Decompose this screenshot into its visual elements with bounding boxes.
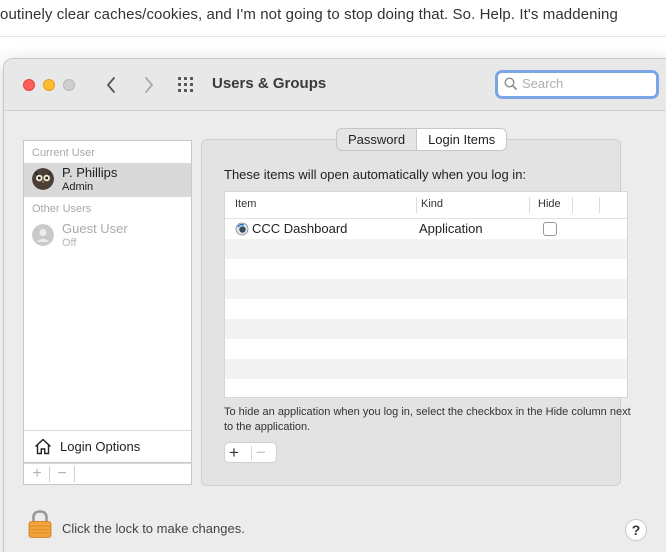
login-items-table: Item Kind Hide CCC Dashboard Application <box>224 191 628 398</box>
hide-hint-text: To hide an application when you log in, … <box>224 406 631 433</box>
table-row[interactable]: CCC Dashboard Application <box>225 219 627 239</box>
current-user-heading: Current User <box>32 147 95 159</box>
login-items-intro: These items will open automatically when… <box>224 167 527 182</box>
tab-password[interactable]: Password <box>337 129 416 150</box>
table-row-empty <box>225 379 627 397</box>
remove-user-button[interactable]: − <box>49 464 75 484</box>
user-row-p-phillips[interactable]: P. Phillips Admin <box>24 163 191 197</box>
column-divider <box>599 197 600 213</box>
column-header-kind[interactable]: Kind <box>421 198 443 210</box>
column-header-hide[interactable]: Hide <box>538 198 561 210</box>
user-name: P. Phillips <box>62 165 118 180</box>
search-icon <box>504 77 517 90</box>
sidebar-add-remove: + − <box>23 463 192 485</box>
forward-button[interactable] <box>138 73 160 97</box>
user-role: Off <box>62 237 77 249</box>
owl-avatar-icon <box>32 168 54 190</box>
tab-control: Password Login Items <box>336 128 508 151</box>
table-header: Item Kind Hide <box>225 192 627 219</box>
divider <box>74 466 75 482</box>
show-all-grid-icon[interactable] <box>177 76 197 94</box>
back-button[interactable] <box>100 73 122 97</box>
column-divider <box>572 197 573 213</box>
add-user-button[interactable]: + <box>24 464 50 484</box>
table-row-empty <box>225 259 627 279</box>
table-row-empty <box>225 239 627 259</box>
remove-login-item-button[interactable]: − <box>256 443 266 462</box>
ccc-dashboard-icon <box>235 222 249 236</box>
search-field[interactable]: Search <box>495 70 659 99</box>
column-header-item[interactable]: Item <box>235 198 256 210</box>
person-avatar-icon <box>32 224 54 246</box>
chevron-left-icon <box>107 77 115 93</box>
close-button[interactable] <box>23 79 35 91</box>
background-divider <box>0 36 666 37</box>
hide-checkbox[interactable] <box>543 222 557 236</box>
login-items-add-remove: + − <box>224 442 277 463</box>
chevron-right-icon <box>145 77 153 93</box>
column-divider <box>416 197 417 213</box>
table-row-empty <box>225 339 627 359</box>
user-role: Admin <box>62 181 94 193</box>
add-login-item-button[interactable]: + <box>229 443 239 462</box>
table-row-empty <box>225 279 627 299</box>
row-item-name: CCC Dashboard <box>252 221 348 236</box>
help-button[interactable]: ? <box>625 519 647 541</box>
other-users-heading: Other Users <box>32 203 92 215</box>
row-item-kind: Application <box>419 221 483 236</box>
table-row-empty <box>225 319 627 339</box>
table-row-empty <box>225 359 627 379</box>
search-placeholder: Search <box>522 76 564 91</box>
background-post-text: outinely clear caches/cookies, and I'm n… <box>0 6 618 23</box>
lock-message: Click the lock to make changes. <box>62 521 245 536</box>
table-row-empty <box>225 299 627 319</box>
house-icon <box>34 438 52 455</box>
users-groups-window: Users & Groups Search Current User P. Ph… <box>3 58 666 552</box>
login-options-label: Login Options <box>60 439 141 454</box>
user-row-guest[interactable]: Guest User Off <box>24 219 191 253</box>
column-divider <box>529 197 530 213</box>
user-name: Guest User <box>62 221 128 236</box>
login-options-button[interactable]: Login Options <box>23 430 192 463</box>
lock-icon[interactable] <box>26 509 54 539</box>
window-title: Users & Groups <box>212 75 327 92</box>
minimize-button[interactable] <box>43 79 55 91</box>
zoom-button[interactable] <box>63 79 75 91</box>
divider <box>251 446 252 460</box>
tab-login-items[interactable]: Login Items <box>416 129 507 150</box>
window-titlebar: Users & Groups Search <box>4 59 666 111</box>
